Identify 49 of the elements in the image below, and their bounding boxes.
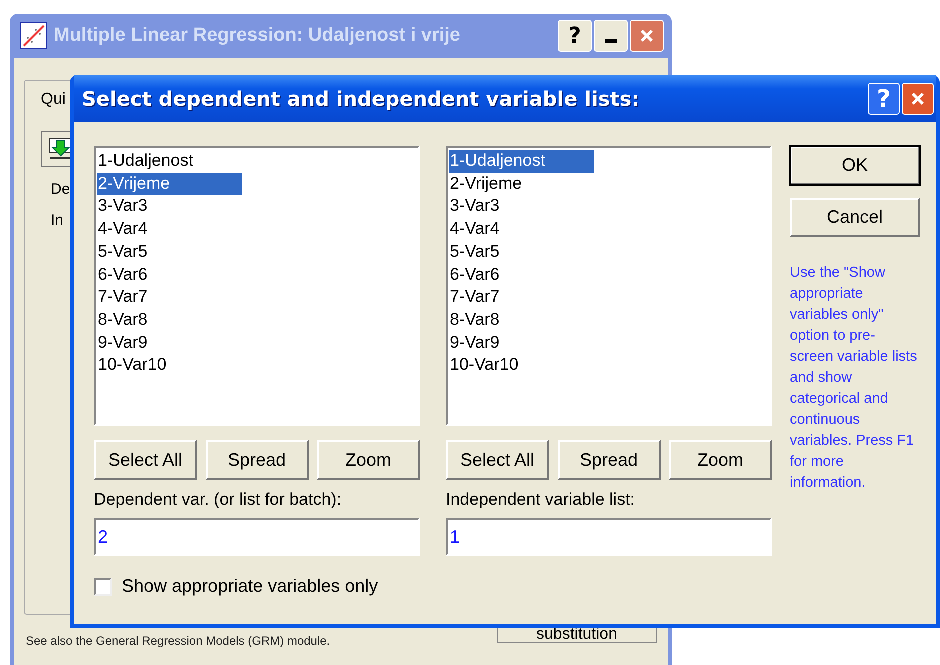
list-action-button[interactable]: Spread xyxy=(558,440,660,480)
list-item[interactable]: 9-Var9 xyxy=(449,332,594,354)
list-item[interactable]: 8-Var8 xyxy=(449,308,594,332)
list-action-button[interactable]: Select All xyxy=(446,440,549,480)
tab[interactable]: Qui xyxy=(41,91,66,109)
checkbox[interactable] xyxy=(94,578,112,596)
list-item[interactable]: 6-Var6 xyxy=(97,264,242,286)
chart-icon xyxy=(20,22,48,50)
list-action-button[interactable]: Select All xyxy=(94,440,197,480)
list-item[interactable]: 1-Udaljenost xyxy=(449,150,594,173)
close-icon xyxy=(640,29,654,43)
list-item[interactable]: 6-Var6 xyxy=(449,264,594,286)
minimize-button[interactable] xyxy=(594,20,628,52)
list-item[interactable]: 2-Vrijeme xyxy=(449,172,594,196)
input-field[interactable]: 2 xyxy=(94,518,420,556)
list-action-button[interactable]: Spread xyxy=(206,440,308,480)
list-item[interactable]: 2-Vrijeme xyxy=(97,172,242,196)
field-label: In xyxy=(51,212,64,229)
list-item[interactable]: 5-Var5 xyxy=(449,240,594,264)
list-item[interactable]: 5-Var5 xyxy=(97,240,242,264)
field-label: Independent variable list: xyxy=(446,490,636,510)
help-text: Use the "Show appropriate variables only" option to pre-screen variable lists and show categorical and continuous variables. Press F1 for more information. xyxy=(790,264,918,493)
close-button[interactable] xyxy=(902,82,934,114)
list-item[interactable]: 3-Var3 xyxy=(97,195,242,218)
window-title: Multiple Linear Regression: Udaljenost i vrije xyxy=(54,25,460,47)
list-item[interactable]: 7-Var7 xyxy=(449,286,594,309)
list-action-button[interactable]: Zoom xyxy=(669,440,772,480)
list-item[interactable]: 1-Udaljenost xyxy=(97,150,242,173)
checkbox-label: Show appropriate variables only xyxy=(122,576,378,597)
dialog-title: Select dependent and independent variable lists: xyxy=(82,86,641,110)
help-button[interactable]: ? xyxy=(868,82,900,114)
list-action-button[interactable]: Zoom xyxy=(317,440,420,480)
help-button[interactable]: ? xyxy=(558,20,592,52)
field-label: Dependent var. (or list for batch): xyxy=(94,490,343,510)
cancel-button[interactable]: Cancel xyxy=(790,198,920,237)
list-item[interactable]: 4-Var4 xyxy=(97,218,242,241)
list-item[interactable]: 8-Var8 xyxy=(97,308,242,332)
list-item[interactable]: 4-Var4 xyxy=(449,218,594,241)
list-item[interactable]: 10-Var10 xyxy=(449,354,594,378)
list-item[interactable]: 9-Var9 xyxy=(97,332,242,354)
input-field[interactable]: 1 xyxy=(446,518,772,556)
list-item[interactable]: 10-Var10 xyxy=(97,354,242,378)
field-label: De xyxy=(51,181,70,198)
list-item[interactable]: 3-Var3 xyxy=(449,195,594,218)
footer-note: See also the General Regression Models (GRM) module. xyxy=(26,634,330,648)
ok-button[interactable]: OK xyxy=(790,146,920,185)
list-item[interactable]: 7-Var7 xyxy=(97,286,242,309)
minimize-icon xyxy=(605,39,617,43)
close-icon xyxy=(911,92,925,106)
